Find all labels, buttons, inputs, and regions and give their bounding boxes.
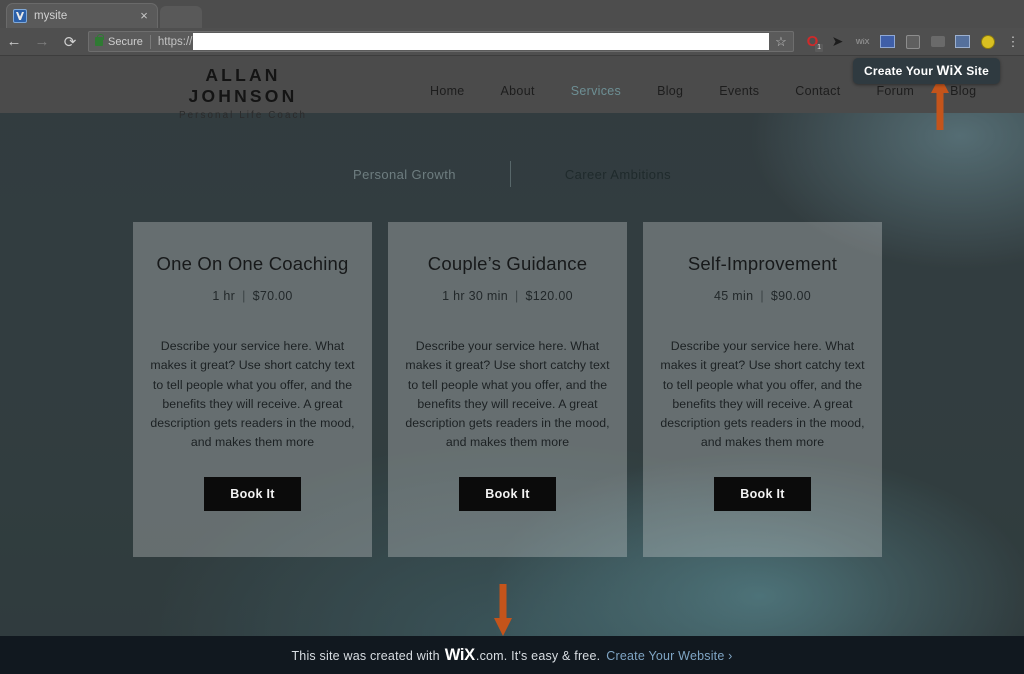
browser-chrome: mysite × ← → ⟳ Secure https:// ☆ O ➤ WiX… bbox=[0, 0, 1024, 56]
forward-icon[interactable]: → bbox=[28, 28, 56, 56]
service-title: Self-Improvement bbox=[687, 253, 838, 274]
extensions-area: O ➤ WiX bbox=[800, 31, 1002, 53]
service-card: One On One Coaching 1 hr | $70.00 Describe… bbox=[133, 222, 372, 557]
nav-item-forum[interactable]: Forum bbox=[876, 84, 914, 98]
browser-tab-mysite[interactable]: mysite × bbox=[6, 3, 158, 28]
arrow-down-annotation bbox=[494, 584, 512, 636]
service-card: Couple’s Guidance 1 hr 30 min | $120.00 De… bbox=[388, 222, 627, 557]
browser-toolbar: ← → ⟳ Secure https:// ☆ O ➤ WiX ⋮ bbox=[0, 28, 1024, 56]
service-card: Self-Improvement 45 min | $90.00 Describe … bbox=[643, 222, 882, 557]
banner-text: This site was created with WiX .com. It'… bbox=[291, 646, 732, 665]
category-tab-career-ambitions[interactable]: Career Ambitions bbox=[511, 167, 725, 182]
service-meta-separator: | bbox=[760, 289, 764, 303]
cursor-extension-icon[interactable]: ➤ bbox=[825, 31, 850, 53]
nav-item-blog[interactable]: Blog bbox=[657, 84, 683, 98]
book-it-button[interactable]: Book It bbox=[714, 476, 811, 511]
book-it-button[interactable]: Book It bbox=[459, 476, 556, 511]
service-price: $120.00 bbox=[525, 289, 573, 303]
service-price: $90.00 bbox=[770, 289, 811, 303]
banner-text-after: .com. It's easy & free. bbox=[475, 648, 601, 663]
logo-name: ALLAN JOHNSON bbox=[188, 65, 298, 106]
banner-wix-logo: WiX bbox=[444, 645, 475, 664]
service-title: One On One Coaching bbox=[156, 253, 349, 274]
service-description: Describe your service here. What makes i… bbox=[150, 339, 355, 450]
service-meta: 1 hr | $70.00 bbox=[212, 289, 292, 303]
service-duration: 45 min bbox=[714, 289, 754, 303]
lock-icon bbox=[95, 33, 104, 46]
nav-item-events[interactable]: Events bbox=[719, 84, 759, 98]
nav-item-contact[interactable]: Contact bbox=[795, 84, 840, 98]
service-meta-separator: | bbox=[514, 289, 519, 303]
analytics-extension-icon[interactable] bbox=[875, 31, 900, 53]
site-logo[interactable]: ALLAN JOHNSON Personal Life Coach bbox=[148, 65, 338, 124]
browser-tabstrip: mysite × bbox=[0, 0, 1024, 28]
url-input[interactable] bbox=[193, 33, 769, 50]
site-navigation: Home About Services Blog Events Contact … bbox=[430, 84, 976, 98]
browser-tab-title: mysite bbox=[34, 10, 68, 22]
url-scheme: https:// bbox=[157, 35, 193, 48]
close-icon[interactable]: × bbox=[137, 9, 151, 23]
nav-item-blog-2[interactable]: Blog bbox=[950, 84, 976, 98]
banner-text-before: This site was created with bbox=[291, 648, 440, 663]
badge-extension-icon[interactable] bbox=[900, 31, 925, 53]
opera-extension-icon[interactable]: O bbox=[800, 31, 825, 53]
website-viewport: ALLAN JOHNSON Personal Life Coach Home A… bbox=[0, 56, 1024, 674]
tooltip-suffix: Site bbox=[966, 64, 989, 78]
yellow-extension-icon[interactable] bbox=[975, 31, 1000, 53]
service-price: $70.00 bbox=[252, 289, 293, 303]
browser-menu-icon[interactable]: ⋮ bbox=[1002, 35, 1024, 48]
category-tab-personal-growth[interactable]: Personal Growth bbox=[299, 167, 510, 182]
reload-icon[interactable]: ⟳ bbox=[56, 28, 84, 56]
service-meta: 45 min | $90.00 bbox=[714, 289, 811, 303]
service-title: Couple’s Guidance bbox=[427, 253, 588, 274]
nav-item-home[interactable]: Home bbox=[430, 84, 465, 98]
back-icon[interactable]: ← bbox=[0, 28, 28, 56]
arrow-up-annotation bbox=[931, 76, 949, 130]
ghost-extension-icon[interactable] bbox=[925, 31, 950, 53]
address-bar[interactable]: Secure https:// ☆ bbox=[88, 31, 794, 52]
nav-item-about[interactable]: About bbox=[501, 84, 535, 98]
service-duration: 1 hr 30 min bbox=[442, 289, 508, 303]
nav-item-services[interactable]: Services bbox=[571, 84, 621, 98]
service-description: Describe your service here. What makes i… bbox=[405, 339, 610, 450]
service-meta: 1 hr 30 min | $120.00 bbox=[442, 289, 573, 303]
service-card-list: One On One Coaching 1 hr | $70.00 Describe… bbox=[133, 222, 882, 557]
omnibox-divider bbox=[149, 34, 151, 49]
wix-extension-icon[interactable]: WiX bbox=[850, 31, 875, 53]
create-your-website-link[interactable]: Create Your Website › bbox=[606, 649, 732, 663]
create-wix-site-tooltip[interactable]: Create Your WiX Site bbox=[852, 58, 1000, 84]
bookmark-star-icon[interactable]: ☆ bbox=[769, 34, 793, 50]
tooltip-prefix: Create Your bbox=[863, 64, 934, 78]
service-category-tabs: Personal Growth Career Ambitions bbox=[0, 161, 1024, 187]
wix-favicon-icon bbox=[13, 9, 27, 23]
service-meta-separator: | bbox=[242, 289, 246, 303]
secure-label: Secure bbox=[108, 35, 143, 48]
book-it-button[interactable]: Book It bbox=[204, 476, 301, 511]
logo-tagline: Personal Life Coach bbox=[178, 110, 308, 121]
tooltip-brand: WiX bbox=[936, 63, 963, 78]
service-description: Describe your service here. What makes i… bbox=[660, 339, 865, 450]
wix-promo-banner: This site was created with WiX .com. It'… bbox=[0, 636, 1024, 674]
service-duration: 1 hr bbox=[212, 289, 236, 303]
new-tab-button[interactable] bbox=[160, 6, 202, 28]
blue-extension-icon[interactable] bbox=[950, 31, 975, 53]
